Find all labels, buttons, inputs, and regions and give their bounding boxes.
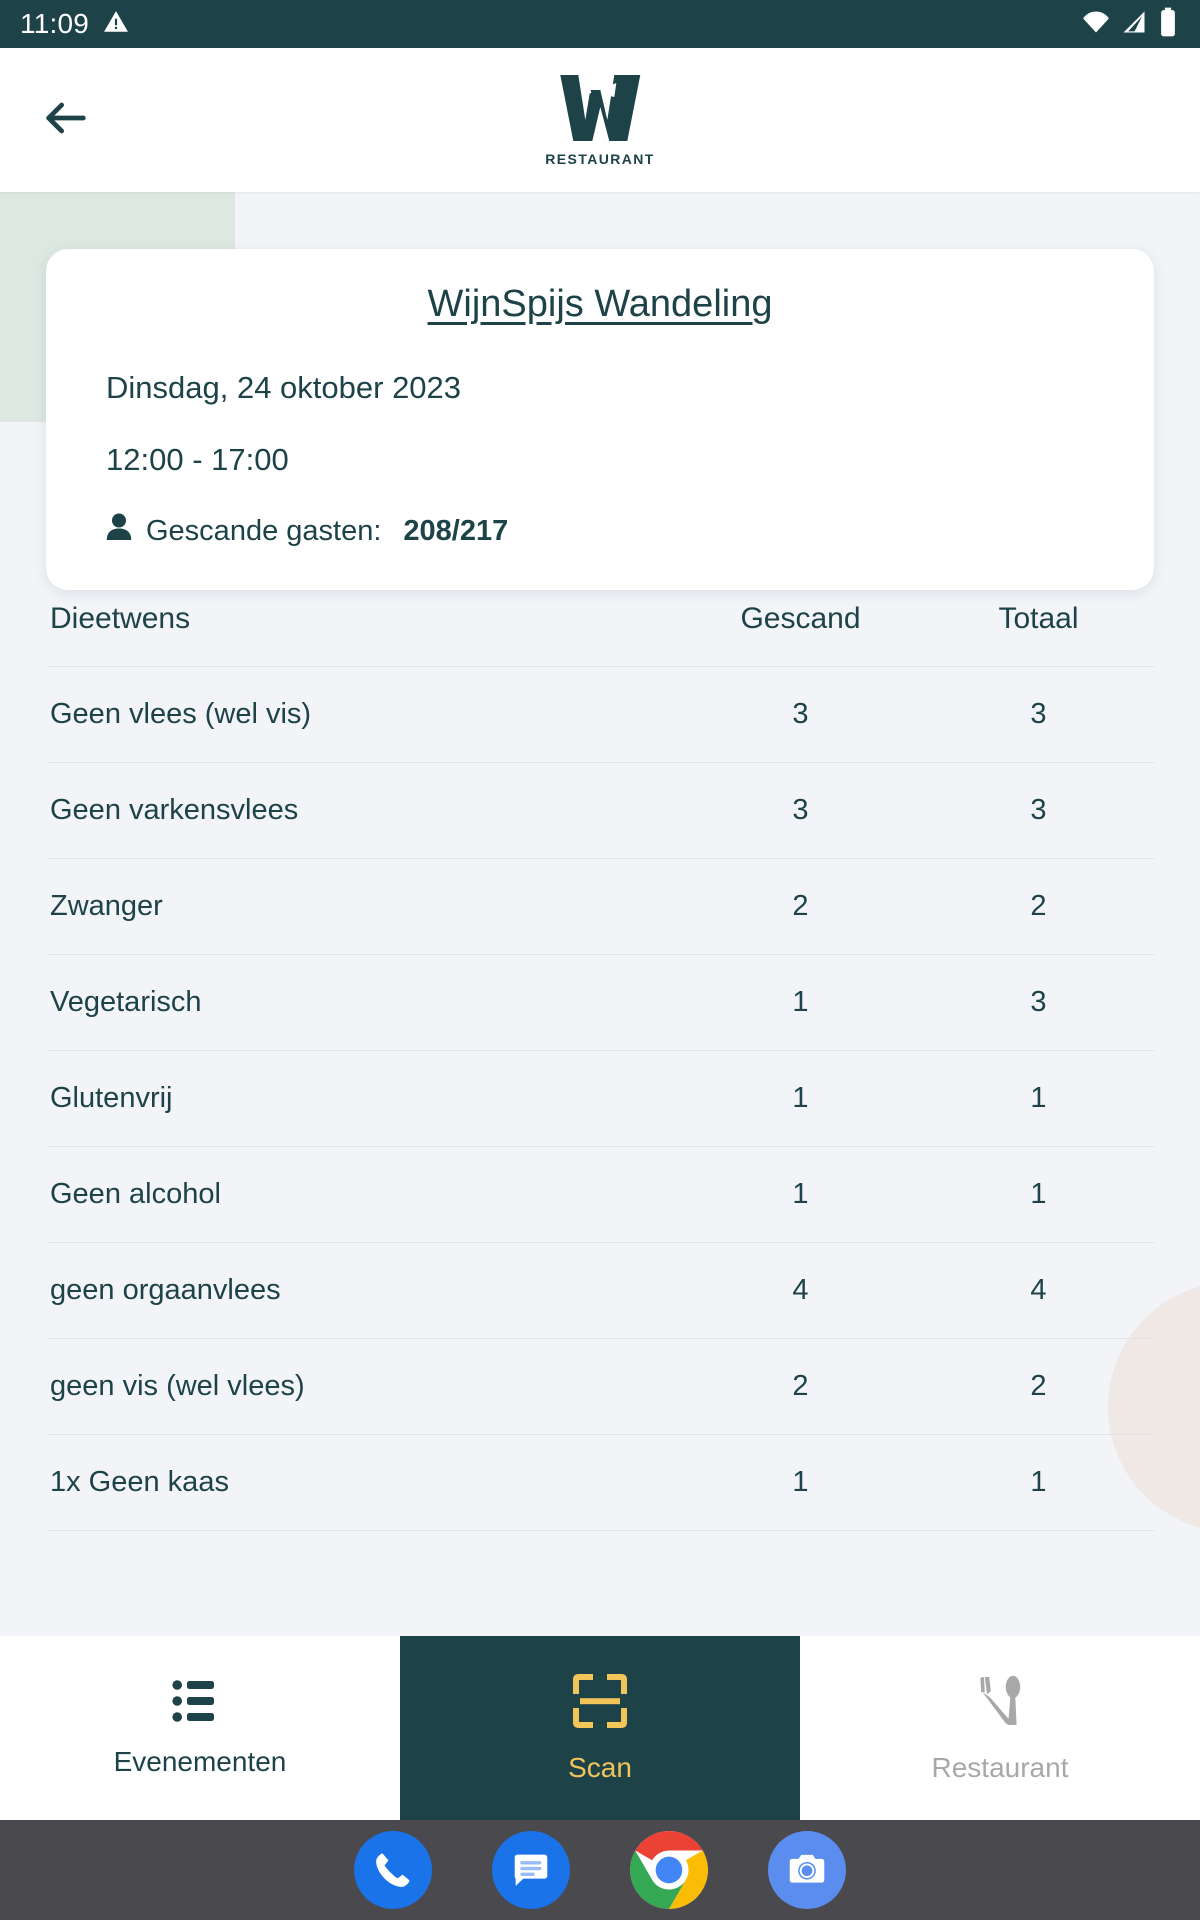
nav-tab-evenementen[interactable]: Evenementen: [0, 1636, 400, 1820]
diet-total: 1: [1030, 1466, 1047, 1498]
back-arrow-icon: [40, 92, 92, 149]
diet-total: 3: [1030, 986, 1047, 1018]
diet-total: 4: [1030, 1274, 1047, 1306]
diet-total: 1: [1030, 1082, 1047, 1114]
battery-icon: [1158, 7, 1178, 42]
table-row: Zwanger 2 2: [48, 859, 1154, 955]
diet-total: 3: [1030, 794, 1047, 826]
diet-name: Geen varkensvlees: [50, 794, 299, 826]
diet-scanned: 2: [792, 890, 809, 922]
wifi-icon: [1082, 8, 1110, 41]
diet-total: 2: [1030, 890, 1047, 922]
diet-requirements-table: Dieetwens Gescand Totaal Geen vlees (wel…: [48, 602, 1154, 1531]
diet-total: 1: [1030, 1178, 1047, 1210]
table-row: Geen varkensvlees 3 3: [48, 763, 1154, 859]
status-bar-right: [1082, 7, 1178, 42]
status-bar-left: 11:09: [20, 9, 129, 40]
nav-tab-scan[interactable]: Scan: [400, 1636, 800, 1820]
table-row: Geen vlees (wel vis) 3 3: [48, 667, 1154, 763]
scroll-content[interactable]: WijnSpijs Wandeling Dinsdag, 24 oktober …: [0, 192, 1200, 1636]
column-header-total: Totaal: [998, 602, 1079, 635]
app-header: RESTAURANT: [0, 48, 1200, 192]
table-row: geen orgaanvlees 4 4: [48, 1243, 1154, 1339]
diet-scanned: 1: [792, 1466, 809, 1498]
diet-scanned: 1: [792, 1178, 809, 1210]
table-row: geen vis (wel vlees) 2 2: [48, 1339, 1154, 1435]
table-row: Glutenvrij 1 1: [48, 1051, 1154, 1147]
event-time-range: 12:00 - 17:00: [106, 442, 289, 477]
event-date: Dinsdag, 24 oktober 2023: [106, 370, 462, 405]
diet-scanned: 1: [792, 986, 809, 1018]
column-header-diet: Dieetwens: [50, 602, 191, 635]
scanned-guests-row: Gescande gasten: 208/217: [106, 512, 1094, 550]
cutlery-icon: [972, 1673, 1028, 1734]
column-header-scanned: Gescand: [740, 602, 861, 635]
diet-total: 2: [1030, 1370, 1047, 1402]
w-mark-icon: [557, 73, 643, 148]
diet-scanned: 2: [792, 1370, 809, 1402]
diet-name: 1x Geen kaas: [50, 1466, 229, 1498]
nav-label-restaurant: Restaurant: [931, 1751, 1069, 1783]
qr-scan-icon: [572, 1673, 628, 1734]
back-button[interactable]: [30, 84, 102, 156]
diet-scanned: 4: [792, 1274, 809, 1306]
diet-name: Geen vlees (wel vis): [50, 698, 312, 730]
diet-name: geen vis (wel vlees): [50, 1370, 305, 1402]
table-row: Vegetarisch 1 3: [48, 955, 1154, 1051]
warning-triangle-icon: [103, 9, 129, 40]
list-icon: [172, 1679, 228, 1728]
scanned-guests-count: 208/217: [403, 514, 509, 547]
status-clock: 11:09: [20, 8, 89, 39]
diet-scanned: 1: [792, 1082, 809, 1114]
nav-label-evenementen: Evenementen: [113, 1745, 287, 1777]
person-icon: [106, 512, 132, 550]
messages-icon[interactable]: [492, 1831, 570, 1909]
table-header-row: Dieetwens Gescand Totaal: [48, 602, 1154, 667]
android-dock: [0, 1820, 1200, 1920]
table-row: 1x Geen kaas 1 1: [48, 1435, 1154, 1531]
nav-tab-restaurant[interactable]: Restaurant: [800, 1636, 1200, 1820]
event-title[interactable]: WijnSpijs Wandeling: [106, 283, 1094, 326]
event-summary-card: WijnSpijs Wandeling Dinsdag, 24 oktober …: [46, 249, 1154, 590]
diet-name: Glutenvrij: [50, 1082, 173, 1114]
scanned-guests-label: Gescande gasten:: [146, 514, 382, 547]
diet-scanned: 3: [792, 698, 809, 730]
android-status-bar: 11:09: [0, 0, 1200, 48]
bottom-navigation: Evenementen Scan Restaurant: [0, 1636, 1200, 1820]
diet-name: Geen alcohol: [50, 1178, 221, 1210]
brand-logo: RESTAURANT: [545, 73, 654, 167]
signal-icon: [1120, 8, 1148, 41]
diet-name: geen orgaanvlees: [50, 1274, 281, 1306]
nav-label-scan: Scan: [568, 1751, 632, 1783]
diet-scanned: 3: [792, 794, 809, 826]
diet-total: 3: [1030, 698, 1047, 730]
chrome-icon[interactable]: [630, 1831, 708, 1909]
camera-icon[interactable]: [768, 1831, 846, 1909]
phone-icon[interactable]: [354, 1831, 432, 1909]
phone-screen: 11:09 RESTAURANT WijnSpijs Wandeling Din…: [0, 0, 1200, 1920]
diet-name: Vegetarisch: [50, 986, 202, 1018]
diet-name: Zwanger: [50, 890, 163, 922]
table-row: Geen alcohol 1 1: [48, 1147, 1154, 1243]
brand-wordmark: RESTAURANT: [545, 151, 655, 167]
